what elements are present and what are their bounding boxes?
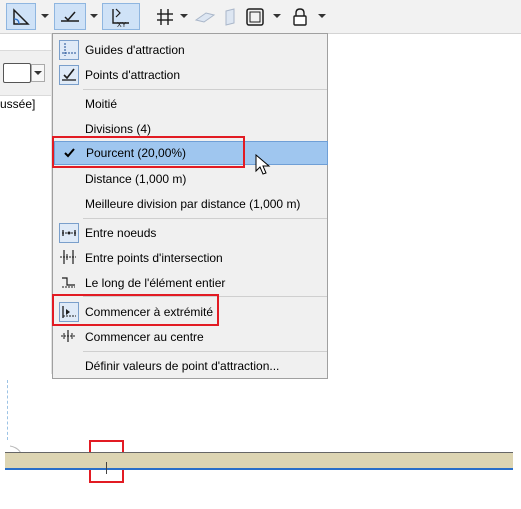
side-plane-button[interactable] [220, 3, 240, 30]
frame-icon [246, 7, 264, 26]
menu-item-label: Guides d'attraction [85, 43, 185, 57]
menu-item-label: Définir valeurs de point d'attraction... [85, 359, 280, 373]
xy-coordinate-icon: XY [112, 8, 129, 28]
along-element-icon [59, 273, 79, 293]
wall-reference-line [5, 468, 513, 470]
grid-snap-button[interactable] [152, 3, 178, 30]
guide-line [7, 380, 8, 440]
snap-points-icon [59, 65, 79, 85]
menu-item-label: Moitié [85, 97, 118, 111]
menu-item-start-from-center[interactable]: Commencer au centre [53, 325, 327, 349]
toolbar: XY [0, 0, 521, 34]
menu-item-label: Le long de l'élément entier [85, 276, 226, 290]
intersection-points-icon [59, 248, 79, 268]
annotation-highlight-percent [52, 136, 245, 168]
shape-selector-icon[interactable] [3, 63, 31, 83]
snap-guides-icon [59, 40, 79, 60]
along-element-icon-svg [62, 277, 75, 288]
snap-guide-icon [61, 11, 79, 22]
chevron-down-icon[interactable] [41, 14, 49, 18]
angle-tool-button[interactable] [6, 3, 36, 30]
start-from-center-icon [59, 327, 79, 347]
between-nodes-icon [59, 223, 79, 243]
plane-button[interactable] [192, 3, 218, 30]
menu-item-define-snap-values[interactable]: Définir valeurs de point d'attraction... [53, 354, 327, 378]
chevron-down-icon[interactable] [90, 14, 98, 18]
snap-menu: Guides d'attraction Points d'attraction … [52, 33, 328, 379]
menu-item-distance[interactable]: Distance (1,000 m) [53, 167, 327, 191]
menu-item-label: Commencer au centre [85, 330, 204, 344]
menu-separator [83, 218, 327, 219]
svg-text:XY: XY [117, 22, 127, 28]
snap-point-marker [106, 462, 107, 474]
side-plane-icon [225, 7, 235, 26]
menu-item-label: Entre points d'intersection [85, 251, 223, 265]
start-from-center-icon-svg [61, 330, 75, 342]
chevron-down-icon[interactable] [318, 14, 326, 18]
between-nodes-icon-svg [62, 230, 76, 236]
annotation-highlight-start-end [52, 294, 219, 326]
snap-guides-icon-svg [62, 43, 76, 56]
chevron-down-icon[interactable] [180, 14, 188, 18]
lock-icon [293, 7, 307, 26]
menu-item-between-nodes[interactable]: Entre noeuds [53, 221, 327, 245]
menu-item-half[interactable]: Moitié [53, 92, 327, 116]
mouse-cursor-icon [255, 154, 271, 175]
grid-snap-icon [157, 8, 173, 25]
chevron-down-icon[interactable] [31, 64, 45, 82]
xy-coordinate-button[interactable]: XY [102, 3, 140, 30]
menu-item-label: Entre noeuds [85, 226, 157, 240]
lock-button[interactable] [288, 3, 312, 30]
plane-icon [194, 11, 216, 23]
snap-points-icon-svg [62, 68, 76, 81]
menu-item-along-element[interactable]: Le long de l'élément entier [53, 271, 327, 295]
frame-button[interactable] [242, 3, 268, 30]
menu-item-points-attraction[interactable]: Points d'attraction [53, 63, 327, 87]
chevron-down-icon[interactable] [273, 14, 281, 18]
menu-item-label: Divisions (4) [85, 122, 152, 136]
intersection-points-icon-svg [60, 250, 76, 264]
menu-item-guides-attraction[interactable]: Guides d'attraction [53, 38, 327, 62]
snap-guide-button[interactable] [54, 3, 86, 30]
menu-item-label: Points d'attraction [85, 68, 181, 82]
menu-separator [83, 89, 327, 90]
menu-item-label: Meilleure division par distance (1,000 m… [85, 197, 301, 211]
angle-tool-icon [13, 7, 30, 25]
menu-item-label: Distance (1,000 m) [85, 172, 187, 186]
story-label: ussée] [0, 97, 36, 111]
menu-item-best-division[interactable]: Meilleure division par distance (1,000 m… [53, 192, 327, 216]
menu-item-between-intersections[interactable]: Entre points d'intersection [53, 246, 327, 270]
menu-separator [83, 351, 327, 352]
